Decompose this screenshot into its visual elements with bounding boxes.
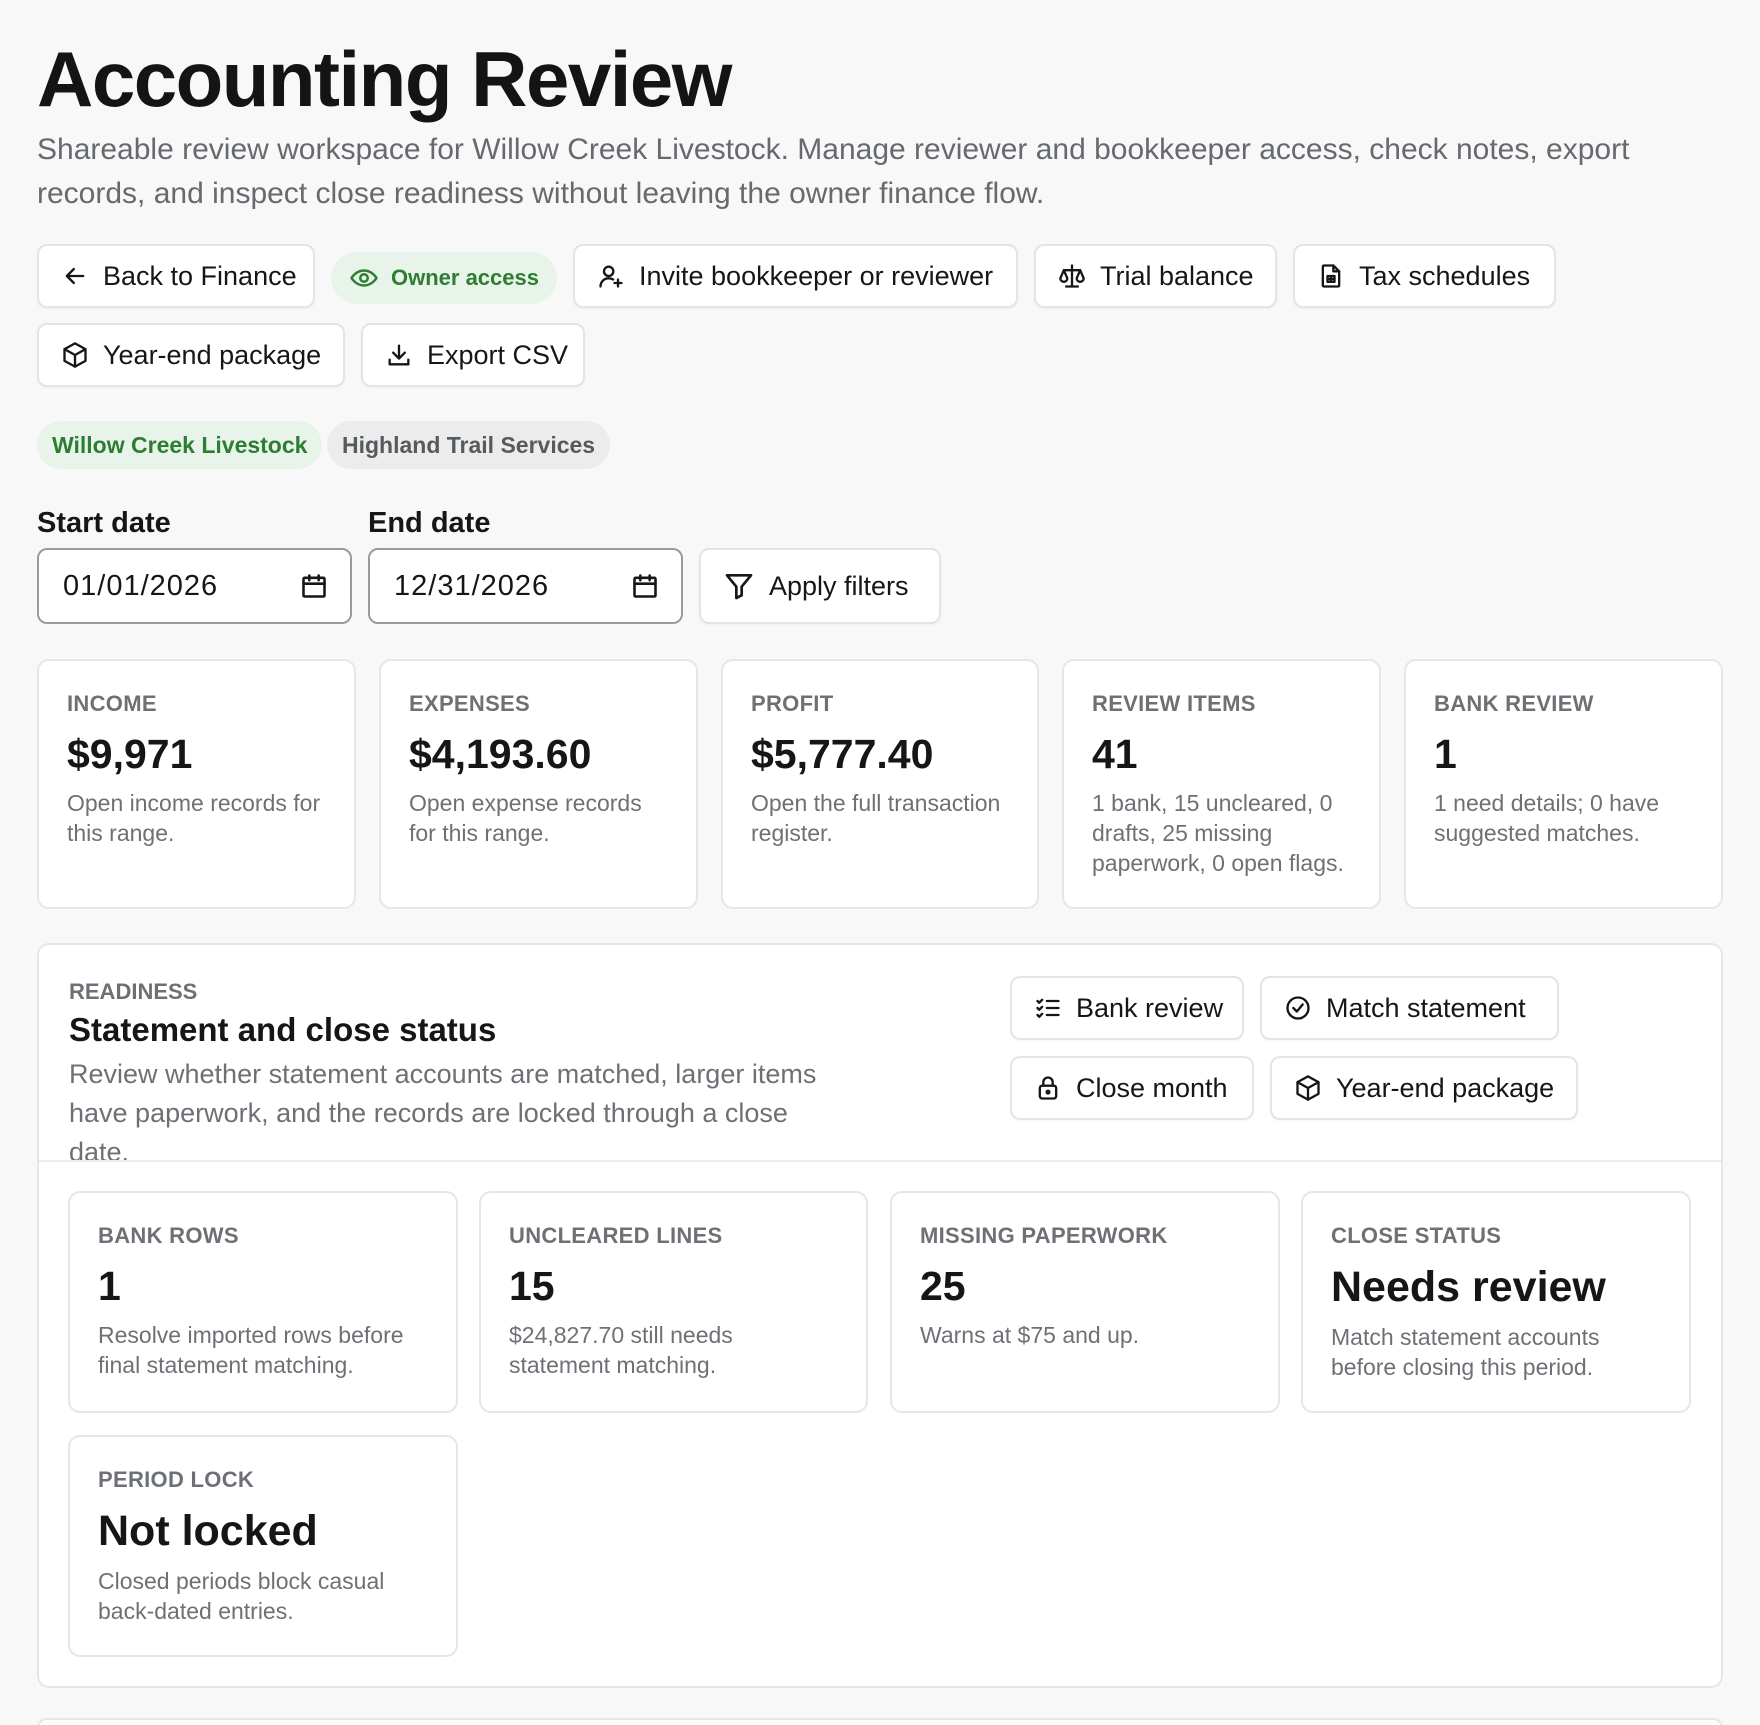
page-subtitle: Shareable review workspace for Willow Cr… xyxy=(37,133,1630,210)
document-icon xyxy=(1321,264,1341,288)
year-end-package-label: Year-end package xyxy=(1336,1072,1555,1103)
readiness-card-description: $24,827.70 still needs statement matchin… xyxy=(509,1322,733,1378)
readiness-section-label: READINESS xyxy=(69,979,198,1004)
calendar-icon[interactable] xyxy=(300,572,328,600)
year-end-package-button[interactable]: Year-end package xyxy=(37,323,345,387)
metric-description: Open income records for this range. xyxy=(67,790,321,846)
metric-description: 1 need details; 0 have suggested matches… xyxy=(1434,790,1660,846)
readiness-card-value: 15 xyxy=(509,1263,555,1309)
metric-label: BANK REVIEW xyxy=(1434,691,1594,716)
bank-review-button[interactable]: Bank review xyxy=(1010,976,1244,1040)
readiness-card-value: 1 xyxy=(98,1263,121,1309)
check-circle-icon xyxy=(1286,996,1310,1020)
export-csv-button[interactable]: Export CSV xyxy=(361,323,585,387)
metric-value: 41 xyxy=(1092,731,1138,777)
end-date-input[interactable]: 12/31/2026 xyxy=(368,548,683,624)
readiness-description: Review whether statement accounts are ma… xyxy=(69,1059,817,1167)
box-icon xyxy=(63,342,87,368)
metric-value: $5,777.40 xyxy=(751,731,934,777)
metric-card-income[interactable]: INCOME $9,971 Open income records for th… xyxy=(37,659,356,909)
readiness-card-label: MISSING PAPERWORK xyxy=(920,1223,1168,1248)
metric-card-review-items[interactable]: REVIEW ITEMS 41 1 bank, 15 uncleared, 0 … xyxy=(1062,659,1381,909)
tax-schedules-label: Tax schedules xyxy=(1359,260,1531,291)
scale-icon xyxy=(1059,264,1085,288)
readiness-card-description: Resolve imported rows before final state… xyxy=(98,1322,404,1378)
readiness-card-description: Closed periods block casual back-dated e… xyxy=(98,1568,385,1624)
business-chip-willow-creek[interactable]: Willow Creek Livestock xyxy=(37,421,323,469)
panel-divider xyxy=(39,1160,1721,1162)
invite-bookkeeper-label: Invite bookkeeper or reviewer xyxy=(639,260,994,291)
readiness-title: Statement and close status xyxy=(69,1011,497,1048)
readiness-card-uncleared-lines[interactable]: UNCLEARED LINES 15 $24,827.70 still need… xyxy=(479,1191,868,1413)
start-date-input[interactable]: 01/01/2026 xyxy=(37,548,352,624)
close-month-button[interactable]: Close month xyxy=(1010,1056,1254,1120)
readiness-card-missing-paperwork[interactable]: MISSING PAPERWORK 25 Warns at $75 and up… xyxy=(890,1191,1280,1413)
end-date-label: End date xyxy=(368,507,491,539)
readiness-card-description: Warns at $75 and up. xyxy=(920,1322,1140,1348)
metric-card-profit[interactable]: PROFIT $5,777.40 Open the full transacti… xyxy=(721,659,1039,909)
trial-balance-button[interactable]: Trial balance xyxy=(1034,244,1277,308)
readiness-card-label: UNCLEARED LINES xyxy=(509,1223,723,1248)
apply-filters-button[interactable]: Apply filters xyxy=(699,548,941,624)
start-date-value: 01/01/2026 xyxy=(63,569,219,602)
readiness-card-value: Needs review xyxy=(1331,1263,1606,1311)
readiness-card-label: PERIOD LOCK xyxy=(98,1467,255,1492)
back-to-finance-button[interactable]: Back to Finance xyxy=(37,244,315,308)
owner-access-label: Owner access xyxy=(391,265,539,290)
metric-label: EXPENSES xyxy=(409,691,531,716)
list-check-icon xyxy=(1036,998,1060,1018)
invite-bookkeeper-button[interactable]: Invite bookkeeper or reviewer xyxy=(573,244,1018,308)
match-statement-button[interactable]: Match statement xyxy=(1260,976,1559,1040)
back-to-finance-label: Back to Finance xyxy=(103,260,297,291)
page-title: Accounting Review xyxy=(37,35,732,123)
apply-filters-label: Apply filters xyxy=(769,570,909,601)
metric-label: PROFIT xyxy=(751,691,834,716)
readiness-card-value: 25 xyxy=(920,1263,966,1309)
trial-balance-label: Trial balance xyxy=(1100,260,1254,291)
year-end-package-button[interactable]: Year-end package xyxy=(1270,1056,1578,1120)
metric-value: $9,971 xyxy=(67,731,193,777)
metric-description: Open expense records for this range. xyxy=(409,790,642,846)
readiness-card-value: Not locked xyxy=(98,1507,318,1555)
readiness-card-label: CLOSE STATUS xyxy=(1331,1223,1502,1248)
arrow-left-icon xyxy=(65,267,85,285)
metric-label: REVIEW ITEMS xyxy=(1092,691,1256,716)
tax-schedules-button[interactable]: Tax schedules xyxy=(1293,244,1556,308)
metric-card-bank-review[interactable]: BANK REVIEW 1 1 need details; 0 have sug… xyxy=(1404,659,1723,909)
readiness-card-bank-rows[interactable]: BANK ROWS 1 Resolve imported rows before… xyxy=(68,1191,458,1413)
bank-review-label: Bank review xyxy=(1076,992,1224,1023)
business-chip-highland-trail[interactable]: Highland Trail Services xyxy=(327,421,611,469)
export-csv-label: Export CSV xyxy=(427,339,569,370)
filter-icon xyxy=(725,574,753,600)
owner-access-badge: Owner access xyxy=(331,252,557,304)
start-date-label: Start date xyxy=(37,507,171,539)
download-icon xyxy=(388,344,410,366)
eye-icon xyxy=(350,269,378,287)
readiness-card-label: BANK ROWS xyxy=(98,1223,239,1248)
accounting-review-page: Accounting Review Shareable review works… xyxy=(0,0,1760,1725)
readiness-card-description: Match statement accounts before closing … xyxy=(1331,1324,1600,1380)
metric-label: INCOME xyxy=(67,691,157,716)
user-plus-icon xyxy=(599,265,623,288)
end-date-value: 12/31/2026 xyxy=(394,569,550,602)
metric-card-expenses[interactable]: EXPENSES $4,193.60 Open expense records … xyxy=(379,659,698,909)
calendar-icon[interactable] xyxy=(631,572,659,600)
readiness-card-close-status[interactable]: CLOSE STATUS Needs review Match statemen… xyxy=(1301,1191,1691,1413)
readiness-panel: READINESS Statement and close status Rev… xyxy=(37,943,1723,1688)
metric-value: 1 xyxy=(1434,731,1457,777)
readiness-card-period-lock[interactable]: PERIOD LOCK Not locked Closed periods bl… xyxy=(68,1435,458,1657)
box-icon xyxy=(1296,1075,1320,1101)
metric-description: Open the full transaction register. xyxy=(751,790,1001,846)
lock-icon xyxy=(1038,1076,1058,1100)
next-section-edge xyxy=(37,1718,1723,1725)
metric-value: $4,193.60 xyxy=(409,731,592,777)
close-month-label: Close month xyxy=(1076,1072,1228,1103)
match-statement-label: Match statement xyxy=(1326,992,1526,1023)
year-end-package-label: Year-end package xyxy=(103,339,322,370)
metric-description: 1 bank, 15 uncleared, 0 drafts, 25 missi… xyxy=(1092,790,1344,876)
